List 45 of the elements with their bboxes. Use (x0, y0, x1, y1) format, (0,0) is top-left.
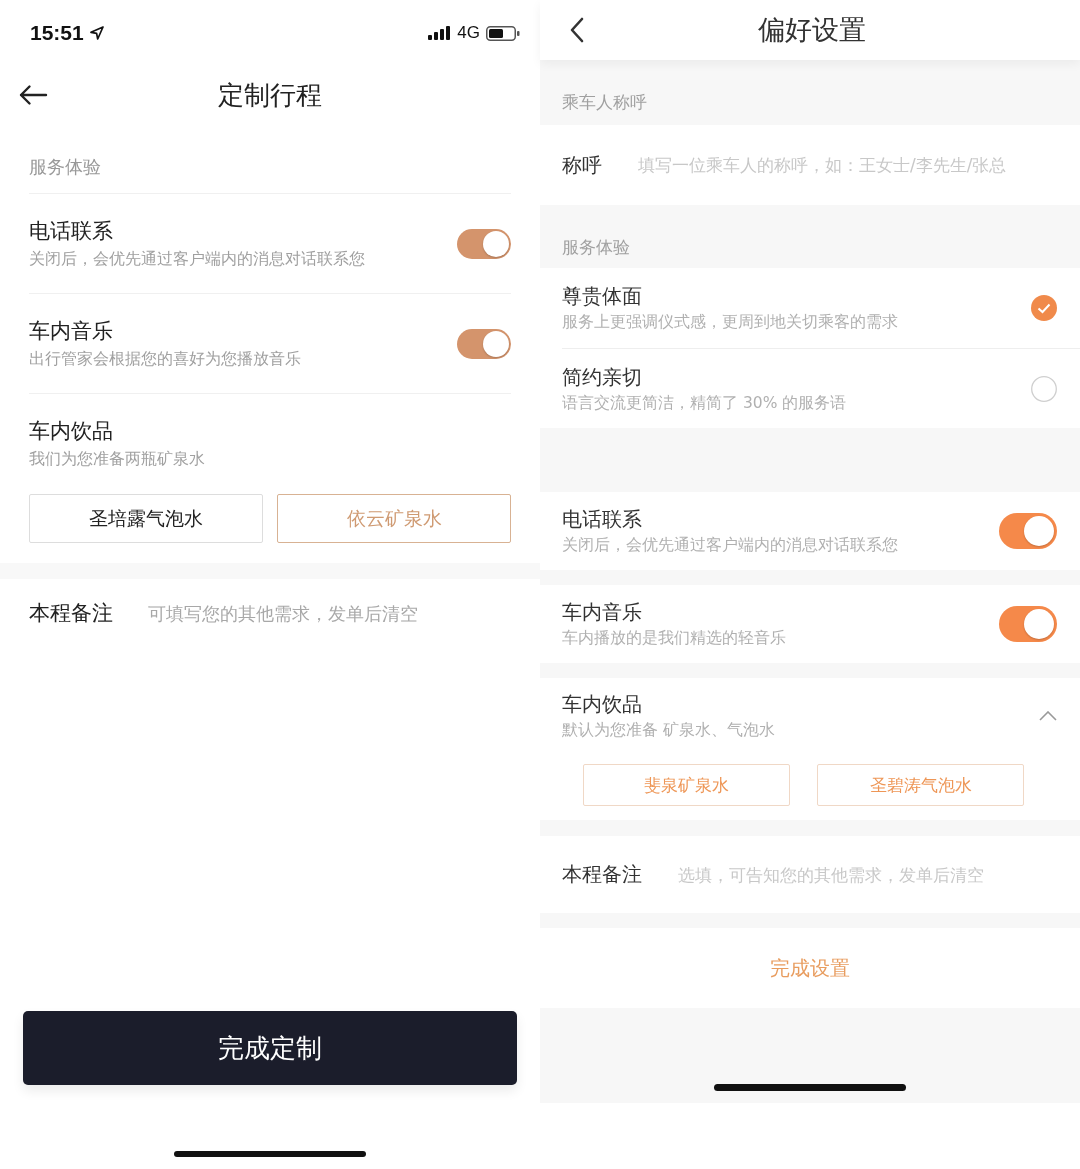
toggle-switch[interactable] (999, 513, 1057, 549)
option-description: 关闭后，会优先通过客户端内的消息对话联系您 (29, 249, 365, 269)
toggle-switch[interactable] (457, 328, 511, 359)
option-title: 车内音乐 (562, 600, 643, 624)
nav-title: 定制行程 (218, 78, 322, 112)
section-header: 服务体验 (561, 236, 631, 259)
note-field[interactable]: 可填写您的其他需求，发单后清空 (148, 600, 427, 626)
option-description: 关闭后，会优先通过客户端内的消息对话联系您 (562, 535, 898, 555)
back-arrow-icon[interactable] (18, 84, 48, 106)
drink-option-button[interactable]: 圣培露气泡水 (29, 494, 263, 543)
option-title: 电话联系 (29, 218, 114, 244)
finish-button[interactable]: 完成设置 (540, 928, 1080, 1008)
option-title: 车内饮品 (562, 692, 643, 716)
option-description: 语言交流更简洁，精简了 30% 的服务语 (562, 392, 847, 413)
check-circle-icon[interactable] (1031, 295, 1057, 321)
option-description: 服务上更强调仪式感，更周到地关切乘客的需求 (562, 312, 898, 332)
option-title: 简约亲切 (562, 364, 643, 389)
option-description: 车内播放的是我们精选的轻音乐 (562, 628, 786, 648)
option-title: 电话联系 (562, 507, 643, 531)
option-title: 车内饮品 (29, 418, 114, 444)
back-chevron-icon[interactable] (569, 17, 585, 43)
field-label: 称呼 (562, 151, 602, 179)
option-title: 车内音乐 (29, 318, 114, 344)
status-time: 15:51 (30, 21, 84, 45)
toggle-switch[interactable] (999, 606, 1057, 642)
chevron-up-icon[interactable] (1039, 711, 1057, 721)
note-label: 本程备注 (29, 600, 113, 626)
section-header: 服务体验 (29, 124, 511, 194)
location-arrow-icon (89, 26, 104, 40)
battery-icon (486, 25, 520, 41)
empty-circle-icon[interactable] (1031, 375, 1057, 402)
drink-option-button[interactable]: 圣碧涛气泡水 (817, 764, 1024, 806)
section-header: 乘车人称呼 (561, 91, 648, 114)
network-label: 4G (457, 23, 480, 43)
note-label: 本程备注 (562, 861, 642, 888)
option-description: 我们为您准备两瓶矿泉水 (29, 449, 206, 469)
option-title: 尊贵体面 (562, 284, 643, 308)
drink-option-button[interactable]: 依云矿泉水 (277, 494, 511, 543)
option-description: 出行管家会根据您的喜好为您播放音乐 (29, 349, 301, 369)
option-description: 默认为您准备 矿泉水、气泡水 (562, 720, 775, 740)
drink-option-button[interactable]: 斐泉矿泉水 (583, 764, 790, 806)
signal-icon (428, 26, 452, 40)
nav-title: 偏好设置 (757, 13, 866, 47)
finish-button[interactable]: 完成定制 (23, 1011, 517, 1085)
toggle-switch[interactable] (457, 228, 511, 259)
